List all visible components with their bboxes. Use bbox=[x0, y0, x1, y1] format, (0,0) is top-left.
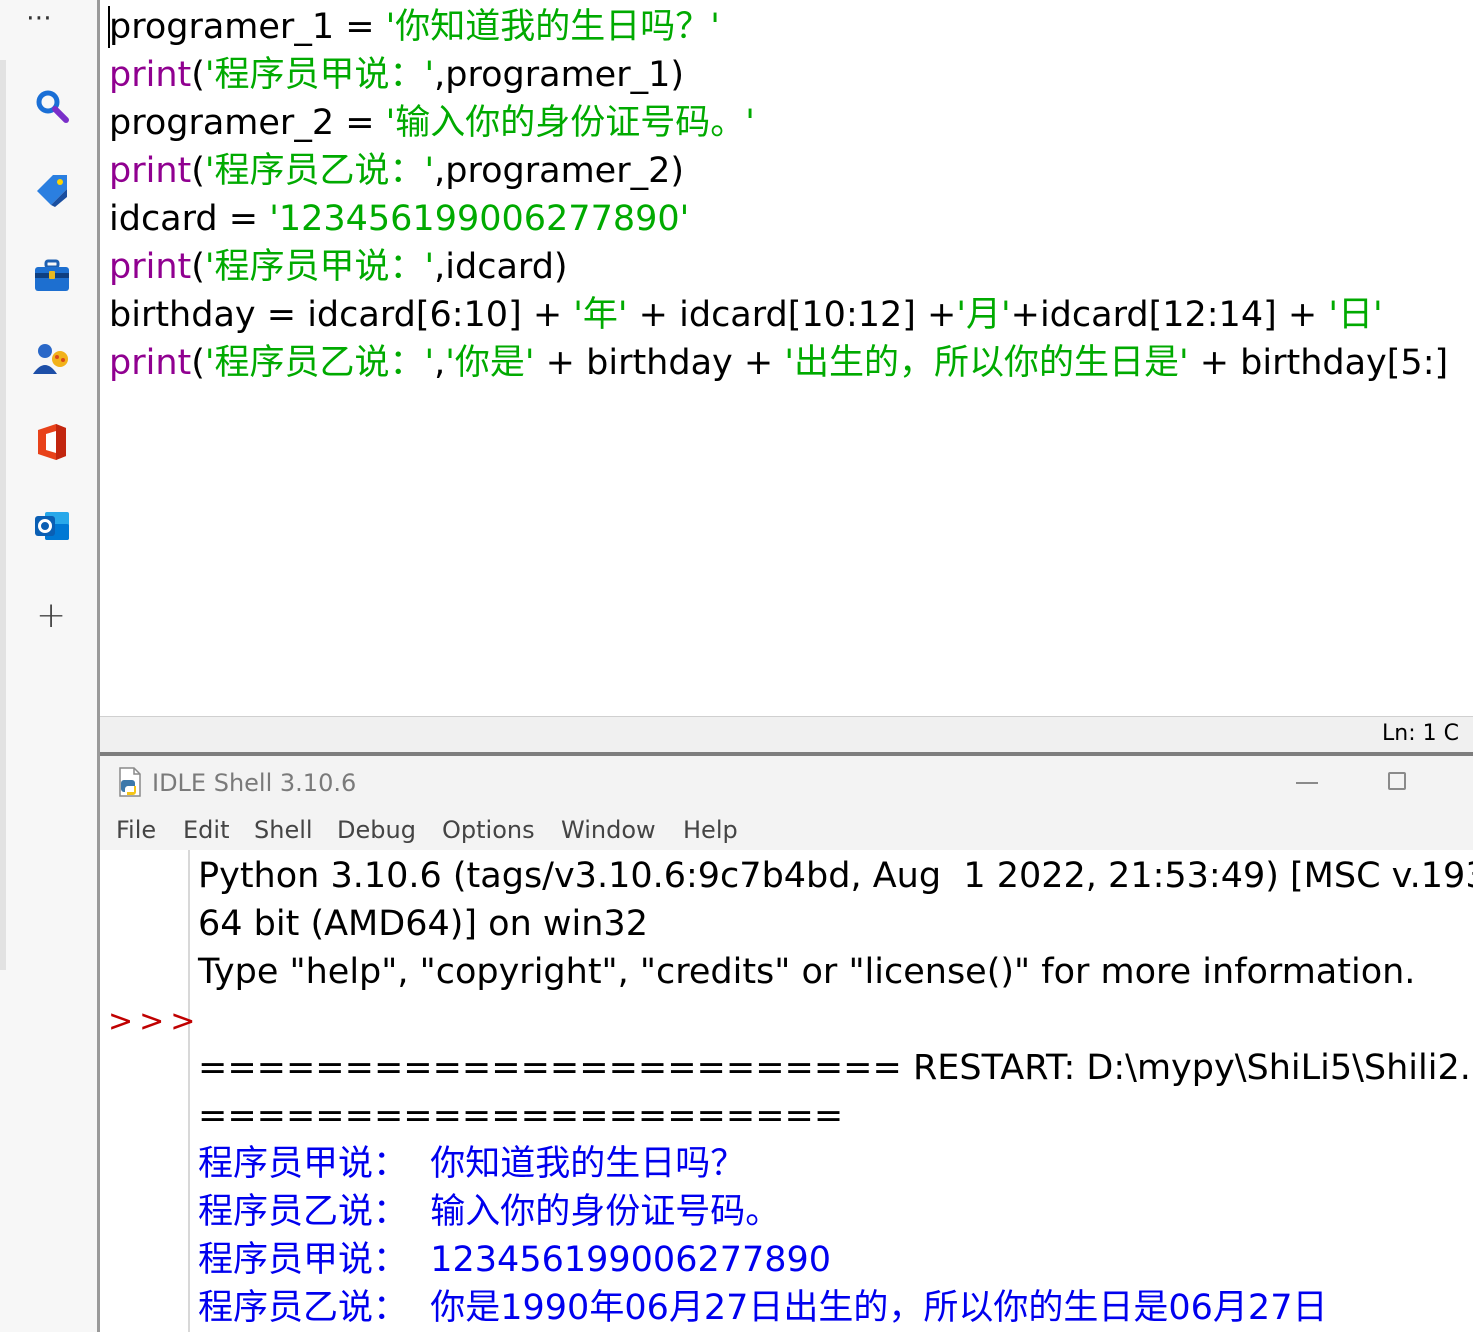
shell-menu-bar: File Edit Shell Debug Options Window Hel… bbox=[100, 810, 1473, 850]
menu-edit[interactable]: Edit bbox=[183, 814, 229, 846]
idle-shell-window: IDLE Shell 3.10.6 File Edit Shell Debug … bbox=[100, 756, 1473, 1332]
shell-output-area[interactable]: >>> Python 3.10.6 (tags/v3.10.6:9c7b4bd,… bbox=[100, 850, 1473, 1332]
code-line: print('程序员甲说：',programer_1) bbox=[109, 51, 684, 99]
sidebar-edge bbox=[0, 60, 6, 970]
code-keyword: print bbox=[109, 151, 192, 191]
code-text: , bbox=[434, 343, 446, 383]
code-keyword: print bbox=[109, 343, 192, 383]
code-keyword: print bbox=[109, 55, 192, 95]
code-text: birthday = idcard[6:10] + bbox=[109, 295, 574, 335]
code-string: '年' bbox=[573, 295, 628, 335]
shell-output-line: 程序员甲说： 123456199006277890 bbox=[198, 1240, 832, 1280]
code-text: ( bbox=[191, 55, 205, 95]
code-string: '日' bbox=[1328, 295, 1383, 335]
code-string: '程序员乙说：' bbox=[204, 343, 435, 383]
code-editor[interactable]: programer_1 = '你知道我的生日吗？' print('程序员甲说：',… bbox=[100, 0, 1473, 716]
code-string: '程序员甲说：' bbox=[204, 247, 435, 287]
code-text: ,programer_2) bbox=[434, 151, 685, 191]
shell-banner-line: ======================== RESTART: D:\myp… bbox=[198, 1048, 1473, 1088]
menu-window[interactable]: Window bbox=[561, 814, 656, 846]
code-string: '你知道我的生日吗？' bbox=[385, 7, 720, 47]
code-string: '出生的，所以你的生日是' bbox=[784, 343, 1189, 383]
shell-output-line: 程序员甲说： 你知道我的生日吗？ bbox=[198, 1144, 746, 1184]
people-icon[interactable] bbox=[32, 340, 72, 380]
search-icon[interactable] bbox=[32, 86, 72, 126]
code-string: '你是' bbox=[445, 343, 535, 383]
shell-banner-line: Type "help", "copyright", "credits" or "… bbox=[198, 952, 1416, 992]
code-text: + birthday + bbox=[534, 343, 785, 383]
code-text: ,idcard) bbox=[434, 247, 568, 287]
minimize-button[interactable] bbox=[1296, 782, 1318, 784]
editor-status-bar: Ln: 1 C bbox=[100, 716, 1473, 753]
code-line: print('程序员乙说：','你是' + birthday + '出生的，所以… bbox=[109, 339, 1448, 387]
code-line: birthday = idcard[6:10] + '年' + idcard[1… bbox=[109, 291, 1383, 339]
more-icon[interactable]: ⋯ bbox=[26, 5, 60, 31]
menu-shell[interactable]: Shell bbox=[254, 814, 313, 846]
code-text: + idcard[10:12] + bbox=[627, 295, 957, 335]
python-idle-icon bbox=[119, 767, 141, 797]
code-line: print('程序员乙说：',programer_2) bbox=[109, 147, 684, 195]
code-string: '月' bbox=[956, 295, 1011, 335]
shell-banner-line: ====================== bbox=[198, 1096, 844, 1136]
line-column-indicator: Ln: 1 C bbox=[1382, 721, 1459, 746]
tag-icon[interactable] bbox=[32, 170, 72, 210]
code-keyword: print bbox=[109, 247, 192, 287]
code-string: '程序员甲说：' bbox=[204, 55, 435, 95]
maximize-button[interactable] bbox=[1388, 772, 1406, 790]
menu-file[interactable]: File bbox=[116, 814, 156, 846]
menu-help[interactable]: Help bbox=[683, 814, 738, 846]
code-line: programer_1 = '你知道我的生日吗？' bbox=[109, 3, 720, 51]
code-text: ,programer_1) bbox=[434, 55, 685, 95]
shell-output-line: 程序员乙说： 输入你的身份证号码。 bbox=[198, 1192, 781, 1232]
code-string: '程序员乙说：' bbox=[204, 151, 435, 191]
app-sidebar: ⋯ + bbox=[0, 0, 100, 1332]
outlook-icon[interactable] bbox=[32, 506, 72, 546]
toolbox-icon[interactable] bbox=[32, 256, 72, 296]
code-line: print('程序员甲说：',idcard) bbox=[109, 243, 568, 291]
code-text: ( bbox=[191, 343, 205, 383]
code-string: '123456199006277890' bbox=[269, 199, 690, 239]
shell-window-title: IDLE Shell 3.10.6 bbox=[152, 769, 357, 797]
menu-options[interactable]: Options bbox=[442, 814, 535, 846]
code-line: idcard = '123456199006277890' bbox=[109, 195, 689, 243]
code-text: + birthday[5:] bbox=[1188, 343, 1449, 383]
shell-output-line: 程序员乙说： 你是1990年06月27日出生的，所以你的生日是06月27日 bbox=[198, 1288, 1328, 1328]
code-text: programer_1 = bbox=[109, 7, 386, 47]
shell-banner-line: 64 bit (AMD64)] on win32 bbox=[198, 904, 648, 944]
code-line: programer_2 = '输入你的身份证号码。' bbox=[109, 99, 755, 147]
shell-banner-line: Python 3.10.6 (tags/v3.10.6:9c7b4bd, Aug… bbox=[198, 856, 1473, 896]
prompt-gutter-divider bbox=[188, 850, 190, 1332]
code-string: '输入你的身份证号码。' bbox=[385, 103, 755, 143]
menu-debug[interactable]: Debug bbox=[337, 814, 416, 846]
code-text: idcard = bbox=[109, 199, 270, 239]
code-text: +idcard[12:14] + bbox=[1010, 295, 1329, 335]
shell-title-bar[interactable]: IDLE Shell 3.10.6 bbox=[100, 756, 1473, 810]
code-text: programer_2 = bbox=[109, 103, 386, 143]
shell-prompt: >>> bbox=[108, 1004, 202, 1039]
office-icon[interactable] bbox=[32, 422, 72, 462]
add-icon[interactable]: + bbox=[36, 598, 66, 638]
code-text: ( bbox=[191, 247, 205, 287]
code-text: ( bbox=[191, 151, 205, 191]
